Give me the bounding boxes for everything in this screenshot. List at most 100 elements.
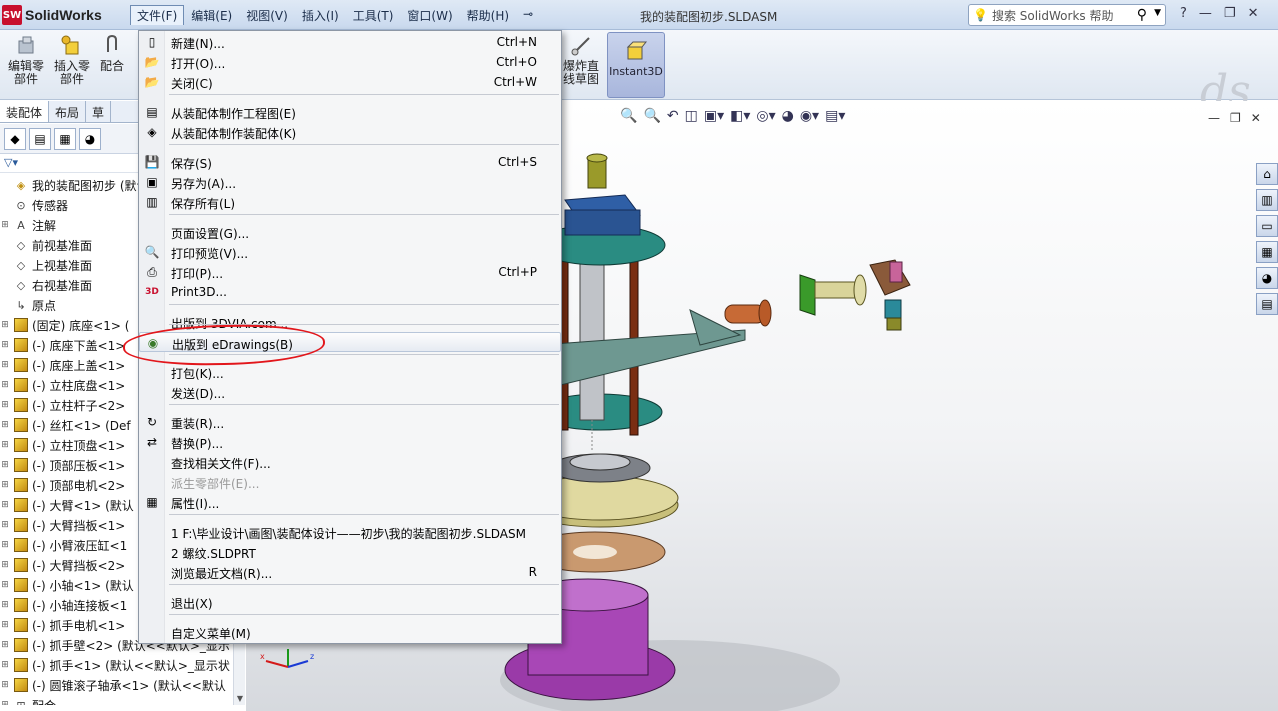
expand-icon[interactable]: ⊞ <box>0 340 10 350</box>
file-menu-item[interactable]: 查找相关文件(F)... <box>139 452 561 472</box>
edit-part-button[interactable]: 编辑零 部件 <box>6 34 46 86</box>
menu-file[interactable]: 文件(F) <box>130 5 185 25</box>
expand-icon[interactable]: ⊞ <box>0 660 10 670</box>
mate-button[interactable]: 配合 <box>98 34 126 73</box>
expand-icon[interactable]: ⊞ <box>0 540 10 550</box>
close-icon[interactable]: ✕ <box>1248 6 1259 21</box>
save-icon: 💾 <box>144 155 160 169</box>
expand-icon[interactable]: ⊞ <box>0 480 10 490</box>
menu-tools[interactable]: 工具(T) <box>346 5 401 25</box>
expand-icon[interactable]: ⊞ <box>0 560 10 570</box>
viewport-minimize-icon[interactable]: — <box>1208 111 1220 125</box>
menu-view[interactable]: 视图(V) <box>239 5 295 25</box>
menu-help[interactable]: 帮助(H) <box>460 5 516 25</box>
file-menu-item[interactable]: ◈ 从装配体制作装配体(K) <box>139 122 561 142</box>
help-icon[interactable]: ? <box>1180 6 1187 21</box>
explode-line-sketch-button[interactable]: 爆炸直 线草图 <box>560 34 602 86</box>
configuration-manager-icon[interactable]: ▦ <box>54 128 76 150</box>
help-search-input[interactable]: 💡 搜索 SolidWorks 帮助 ⚲ ▼ <box>968 4 1166 26</box>
tree-item[interactable]: ⊞ (-) 抓手<1> (默认<<默认>_显示状 <box>0 655 233 675</box>
zoom-area-icon[interactable]: 🔍 <box>643 108 660 124</box>
viewport-restore-icon[interactable]: ❐ <box>1230 111 1241 125</box>
chevron-down-icon[interactable]: ▼ <box>1154 8 1161 18</box>
file-menu-item[interactable]: ▥ 保存所有(L) <box>139 192 561 212</box>
expand-icon[interactable]: ⊞ <box>0 400 10 410</box>
design-library-icon[interactable]: ▥ <box>1256 189 1278 211</box>
filter-icon[interactable]: ▽▾ <box>4 156 18 169</box>
expand-icon[interactable]: ⊞ <box>0 420 10 430</box>
display-style-icon[interactable]: ◧▾ <box>730 108 750 124</box>
expand-icon[interactable]: ⊞ <box>0 580 10 590</box>
display-manager-icon[interactable]: ◕ <box>79 128 101 150</box>
file-menu-item[interactable]: 🔍 打印预览(V)... <box>139 242 561 262</box>
expand-icon[interactable]: ⊞ <box>0 680 10 690</box>
expand-icon[interactable]: ⊞ <box>0 500 10 510</box>
tab-layout[interactable]: 布局 <box>49 101 87 122</box>
previous-view-icon[interactable]: ↶ <box>667 108 679 124</box>
file-menu-item[interactable]: 发送(D)... <box>139 382 561 402</box>
expand-icon[interactable]: ⊞ <box>0 640 10 650</box>
hide-show-icon[interactable]: ◎▾ <box>756 108 775 124</box>
view-settings-icon[interactable]: ▤▾ <box>825 108 845 124</box>
custom-properties-icon[interactable]: ▤ <box>1256 293 1278 315</box>
tree-item[interactable]: ⊞ ⊞ 配合 <box>0 695 233 706</box>
menu-edit[interactable]: 编辑(E) <box>184 5 239 25</box>
pin-menu-icon[interactable]: ⊸ <box>516 5 540 25</box>
tree-item[interactable]: ⊞ (-) 圆锥滚子轴承<1> (默认<<默认 <box>0 675 233 695</box>
file-menu-item[interactable]: 2 螺纹.SLDPRT <box>139 542 561 562</box>
appearances-icon[interactable]: ◕ <box>1256 267 1278 289</box>
menu-insert[interactable]: 插入(I) <box>295 5 346 25</box>
tab-sketch[interactable]: 草 <box>86 101 112 122</box>
expand-icon[interactable]: ⊞ <box>0 320 10 330</box>
file-explorer-icon[interactable]: ▭ <box>1256 215 1278 237</box>
expand-icon[interactable]: ⊞ <box>0 380 10 390</box>
file-menu-item[interactable]: 页面设置(G)... <box>139 222 561 242</box>
file-menu-item[interactable]: 1 F:\毕业设计\画图\装配体设计——初步\我的装配图初步.SLDASM <box>139 522 561 542</box>
properties-icon: ▦ <box>146 495 158 509</box>
property-manager-icon[interactable]: ▤ <box>29 128 51 150</box>
appearance-icon[interactable]: ◕ <box>782 108 794 124</box>
file-menu-item[interactable]: ▤ 从装配体制作工程图(E) <box>139 102 561 122</box>
expand-icon[interactable]: ⊞ <box>0 620 10 630</box>
expand-icon[interactable]: ⊞ <box>0 460 10 470</box>
expand-icon[interactable]: ⊞ <box>0 700 10 705</box>
expand-icon[interactable]: ⊞ <box>0 600 10 610</box>
expand-icon[interactable]: ⊞ <box>0 520 10 530</box>
menu-window[interactable]: 窗口(W) <box>400 5 459 25</box>
file-menu-item[interactable]: ▦ 属性(I)... <box>139 492 561 512</box>
file-menu-item[interactable]: ⎙ 打印(P)... Ctrl+P <box>139 262 561 282</box>
feature-tree-icon[interactable]: ◆ <box>4 128 26 150</box>
scene-icon[interactable]: ◉▾ <box>800 108 819 124</box>
scroll-down-icon[interactable]: ▼ <box>234 694 246 703</box>
home-icon[interactable]: ⌂ <box>1256 163 1278 185</box>
file-menu-item[interactable]: 浏览最近文档(R)... R <box>139 562 561 582</box>
file-menu-item[interactable]: 退出(X) <box>139 592 561 612</box>
viewport-close-icon[interactable]: ✕ <box>1251 111 1261 125</box>
file-menu-shortcut: Ctrl+N <box>496 35 537 49</box>
expand-icon[interactable]: ⊞ <box>0 440 10 450</box>
file-menu-item[interactable]: 📂 打开(O)... Ctrl+O <box>139 52 561 72</box>
expand-icon[interactable]: ⊞ <box>0 220 10 230</box>
file-menu-item[interactable]: ↻ 重装(R)... <box>139 412 561 432</box>
search-icon[interactable]: ⚲ <box>1137 7 1147 23</box>
file-menu-item[interactable]: ▣ 另存为(A)... <box>139 172 561 192</box>
view-orientation-icon[interactable]: ▣▾ <box>704 108 724 124</box>
restore-icon[interactable]: ❐ <box>1224 6 1236 21</box>
expand-icon[interactable]: ⊞ <box>0 360 10 370</box>
minimize-icon[interactable]: — <box>1199 6 1212 21</box>
section-view-icon[interactable]: ◫ <box>685 108 698 124</box>
window-controls: ? — ❐ ✕ <box>1180 6 1258 21</box>
insert-part-button[interactable]: 插入零 部件 <box>52 34 92 86</box>
file-menu-item[interactable]: 📂 关闭(C) Ctrl+W <box>139 72 561 92</box>
file-menu-item[interactable]: 💾 保存(S) Ctrl+S <box>139 152 561 172</box>
tab-assembly[interactable]: 装配体 <box>0 101 50 122</box>
solidworks-logo[interactable]: SW SolidWorks <box>2 4 122 26</box>
file-menu-item[interactable]: ⇄ 替换(P)... <box>139 432 561 452</box>
view-palette-icon[interactable]: ▦ <box>1256 241 1278 263</box>
file-menu-item[interactable]: 自定义菜单(M) <box>139 622 561 642</box>
file-menu-item[interactable]: 3D Print3D... <box>139 282 561 302</box>
zoom-to-fit-icon[interactable]: 🔍 <box>620 108 637 124</box>
exploded-assembly-model[interactable] <box>500 150 950 711</box>
instant3d-button[interactable]: Instant3D <box>607 32 665 98</box>
file-menu-item[interactable]: ▯ 新建(N)... Ctrl+N <box>139 32 561 52</box>
